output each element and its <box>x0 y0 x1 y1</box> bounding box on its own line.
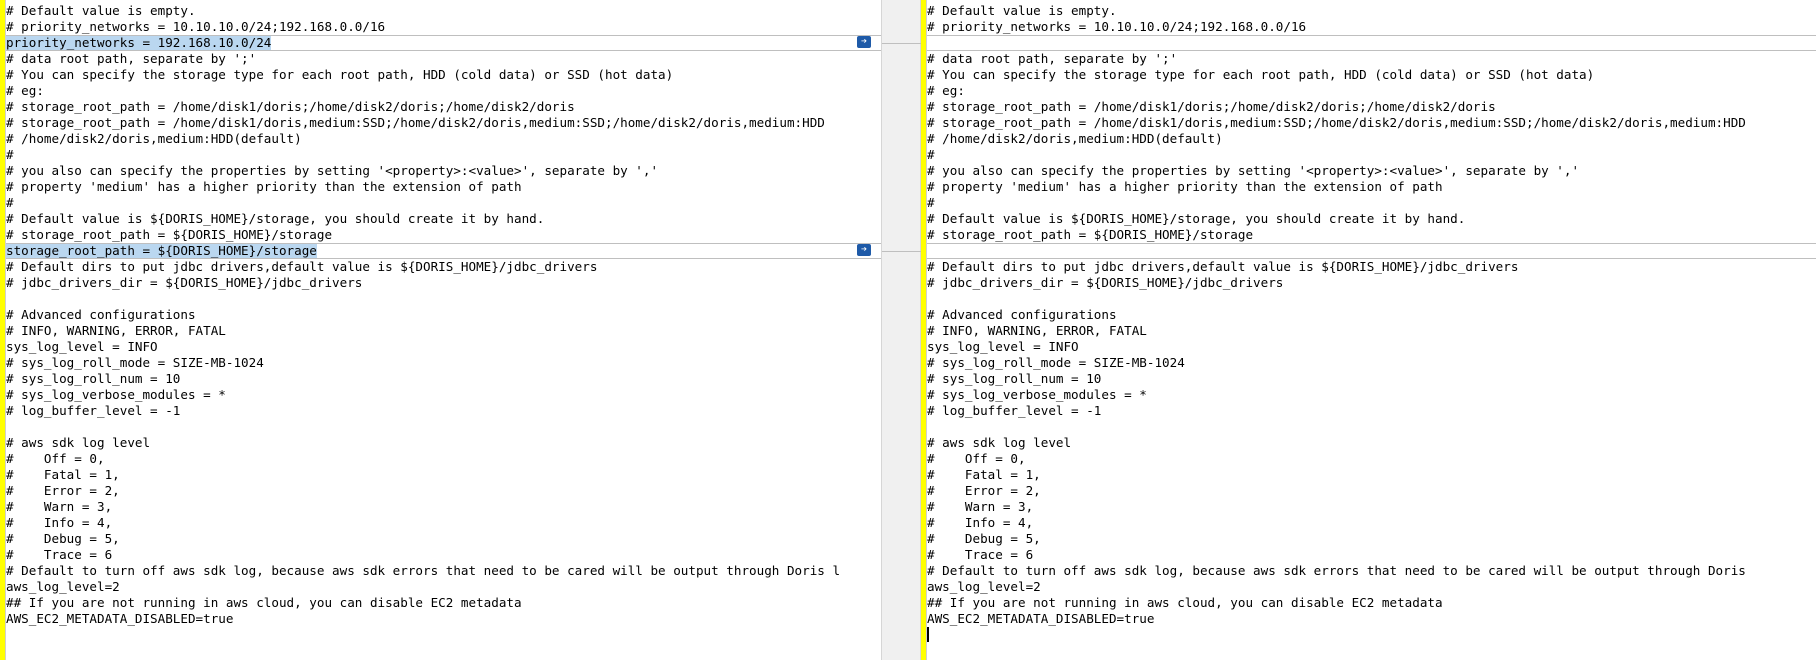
changed-line-text: priority_networks = 192.168.10.0/24 <box>6 35 272 50</box>
code-line[interactable]: # eg: <box>6 83 881 99</box>
code-line[interactable]: # Fatal = 1, <box>927 467 1816 483</box>
changed-line-text: storage_root_path = ${DORIS_HOME}/storag… <box>6 243 317 258</box>
code-line[interactable]: # Default dirs to put jdbc drivers,defau… <box>6 259 881 275</box>
code-line[interactable]: ## If you are not running in aws cloud, … <box>6 595 881 611</box>
right-code-lines[interactable]: # Default value is empty. # priority_netw… <box>927 3 1816 643</box>
diff-connector-strip <box>881 0 922 660</box>
code-line[interactable]: # sys_log_roll_mode = SIZE-MB-1024 <box>927 355 1816 371</box>
code-line[interactable]: AWS_EC2_METADATA_DISABLED=true <box>6 611 881 627</box>
code-line[interactable]: # storage_root_path = ${DORIS_HOME}/stor… <box>6 227 881 243</box>
code-line[interactable]: sys_log_level = INFO <box>6 339 881 355</box>
code-line[interactable] <box>927 291 1816 307</box>
code-line[interactable] <box>927 419 1816 435</box>
code-line[interactable]: # Warn = 3, <box>6 499 881 515</box>
code-line[interactable]: # sys_log_verbose_modules = * <box>6 387 881 403</box>
code-line[interactable]: ← <box>927 243 1816 259</box>
code-line[interactable]: # Default to turn off aws sdk log, becau… <box>6 563 881 579</box>
code-line[interactable]: priority_networks = 192.168.10.0/24 ➔ <box>6 35 881 51</box>
code-line[interactable]: # Error = 2, <box>927 483 1816 499</box>
code-line[interactable]: # storage_root_path = /home/disk1/doris;… <box>6 99 881 115</box>
code-line[interactable]: # Default to turn off aws sdk log, becau… <box>927 563 1816 579</box>
code-line[interactable]: # Warn = 3, <box>927 499 1816 515</box>
code-line[interactable]: aws_log_level=2 <box>927 579 1816 595</box>
code-line[interactable]: # Error = 2, <box>6 483 881 499</box>
text-cursor <box>927 627 929 642</box>
left-code-lines[interactable]: # Default value is empty. # priority_netw… <box>6 3 881 627</box>
code-line[interactable]: # Advanced configurations <box>927 307 1816 323</box>
code-line[interactable]: # storage_root_path = ${DORIS_HOME}/stor… <box>927 227 1816 243</box>
code-line[interactable]: # Trace = 6 <box>6 547 881 563</box>
right-file-pane[interactable]: # Default value is empty. # priority_netw… <box>921 0 1816 660</box>
code-line[interactable]: # storage_root_path = /home/disk1/doris;… <box>927 99 1816 115</box>
code-line[interactable] <box>6 291 881 307</box>
arrow-right-icon[interactable]: ➔ <box>857 36 871 48</box>
code-line[interactable]: # sys_log_verbose_modules = * <box>927 387 1816 403</box>
code-line[interactable]: # aws sdk log level <box>927 435 1816 451</box>
diff-connector-line <box>882 251 922 252</box>
code-line[interactable]: # Off = 0, <box>927 451 1816 467</box>
left-file-pane[interactable]: # Default value is empty. # priority_netw… <box>0 0 881 660</box>
code-line[interactable]: aws_log_level=2 <box>6 579 881 595</box>
code-line[interactable]: # Default value is ${DORIS_HOME}/storage… <box>927 211 1816 227</box>
code-line[interactable]: # jdbc_drivers_dir = ${DORIS_HOME}/jdbc_… <box>927 275 1816 291</box>
code-line[interactable] <box>6 419 881 435</box>
code-line[interactable]: # <box>927 147 1816 163</box>
code-line[interactable]: # eg: <box>927 83 1816 99</box>
code-line[interactable]: # Trace = 6 <box>927 547 1816 563</box>
code-line[interactable]: sys_log_level = INFO <box>927 339 1816 355</box>
code-line[interactable]: # INFO, WARNING, ERROR, FATAL <box>6 323 881 339</box>
code-line[interactable]: # Fatal = 1, <box>6 467 881 483</box>
code-line[interactable]: # INFO, WARNING, ERROR, FATAL <box>927 323 1816 339</box>
code-line[interactable]: # priority_networks = 10.10.10.0/24;192.… <box>927 19 1816 35</box>
code-line[interactable]: ## If you are not running in aws cloud, … <box>927 595 1816 611</box>
code-line[interactable]: # data root path, separate by ';' <box>927 51 1816 67</box>
code-line[interactable]: # /home/disk2/doris,medium:HDD(default) <box>6 131 881 147</box>
code-line[interactable]: # /home/disk2/doris,medium:HDD(default) <box>927 131 1816 147</box>
code-line[interactable]: # sys_log_roll_num = 10 <box>927 371 1816 387</box>
code-line[interactable]: # sys_log_roll_num = 10 <box>6 371 881 387</box>
code-line[interactable]: # Advanced configurations <box>6 307 881 323</box>
code-line[interactable]: # storage_root_path = /home/disk1/doris,… <box>6 115 881 131</box>
code-line[interactable]: # Info = 4, <box>927 515 1816 531</box>
code-line[interactable]: # You can specify the storage type for e… <box>6 67 881 83</box>
diff-connector-line <box>882 43 922 44</box>
code-line[interactable]: # Default value is ${DORIS_HOME}/storage… <box>6 211 881 227</box>
code-line[interactable]: storage_root_path = ${DORIS_HOME}/storag… <box>6 243 881 259</box>
code-line[interactable]: # aws sdk log level <box>6 435 881 451</box>
code-line[interactable]: # jdbc_drivers_dir = ${DORIS_HOME}/jdbc_… <box>6 275 881 291</box>
code-line[interactable]: # Default value is empty. <box>927 3 1816 19</box>
code-line[interactable]: # Info = 4, <box>6 515 881 531</box>
code-line[interactable]: # Debug = 5, <box>927 531 1816 547</box>
code-line[interactable]: # <box>6 147 881 163</box>
code-line[interactable]: # <box>6 195 881 211</box>
code-line[interactable]: # you also can specify the properties by… <box>927 163 1816 179</box>
code-line[interactable]: # sys_log_roll_mode = SIZE-MB-1024 <box>6 355 881 371</box>
code-line[interactable]: AWS_EC2_METADATA_DISABLED=true <box>927 611 1816 627</box>
code-line[interactable]: # you also can specify the properties by… <box>6 163 881 179</box>
code-line[interactable]: # Debug = 5, <box>6 531 881 547</box>
code-line[interactable]: # property 'medium' has a higher priorit… <box>927 179 1816 195</box>
code-line[interactable]: # property 'medium' has a higher priorit… <box>6 179 881 195</box>
code-line[interactable]: ← <box>927 35 1816 51</box>
code-line[interactable]: # log_buffer_level = -1 <box>927 403 1816 419</box>
code-line[interactable]: # data root path, separate by ';' <box>6 51 881 67</box>
code-line[interactable] <box>927 627 1816 643</box>
code-line[interactable]: # storage_root_path = /home/disk1/doris,… <box>927 115 1816 131</box>
code-line[interactable]: # Default value is empty. <box>6 3 881 19</box>
code-line[interactable]: # Off = 0, <box>6 451 881 467</box>
code-line[interactable]: # <box>927 195 1816 211</box>
code-line[interactable]: # priority_networks = 10.10.10.0/24;192.… <box>6 19 881 35</box>
code-line[interactable]: # Default dirs to put jdbc drivers,defau… <box>927 259 1816 275</box>
code-line[interactable]: # log_buffer_level = -1 <box>6 403 881 419</box>
code-line[interactable]: # You can specify the storage type for e… <box>927 67 1816 83</box>
arrow-right-icon[interactable]: ➔ <box>857 244 871 256</box>
